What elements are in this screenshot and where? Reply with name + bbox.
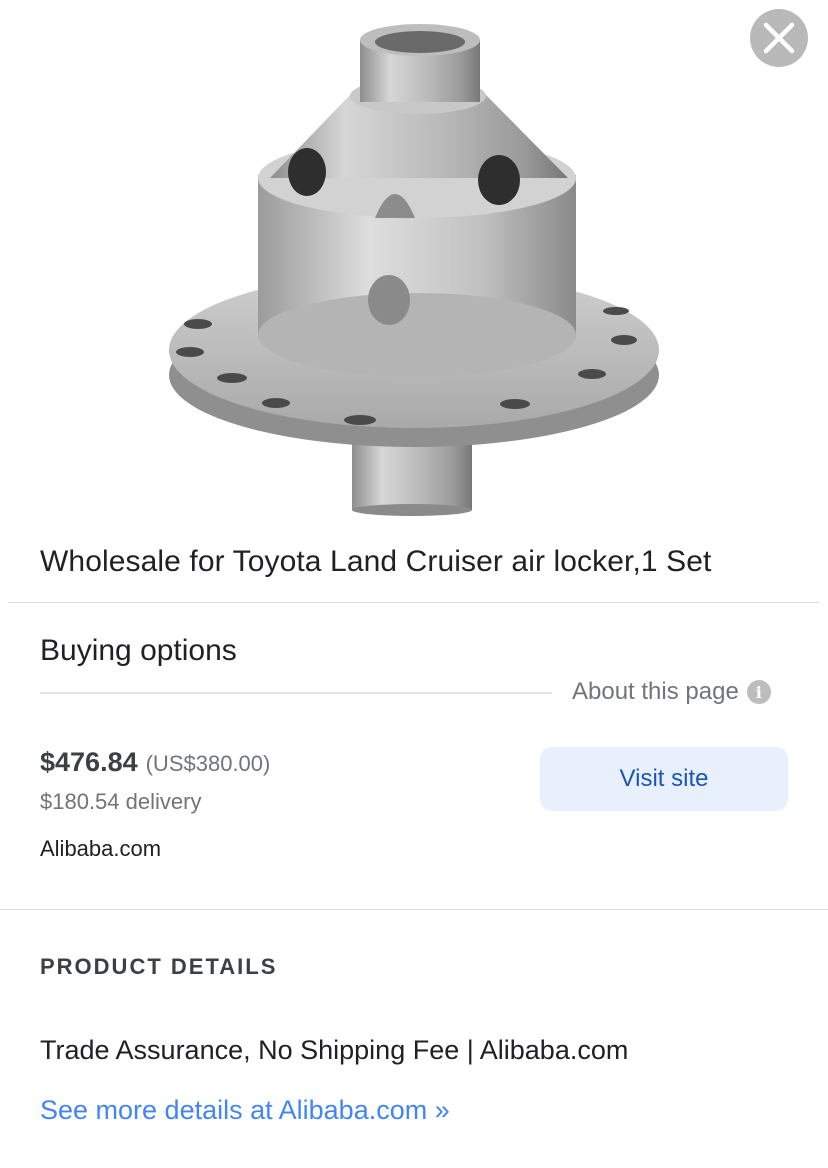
- about-this-page-link[interactable]: About this page i: [572, 678, 771, 706]
- offer-original-price: (US$380.00): [145, 751, 271, 776]
- info-icon: i: [746, 680, 771, 704]
- offer-delivery: $180.54 delivery: [40, 789, 202, 814]
- divider: [8, 602, 820, 603]
- product-title: Wholesale for Toyota Land Cruiser air lo…: [40, 545, 712, 578]
- product-details-description: Trade Assurance, No Shipping Fee | Aliba…: [40, 1035, 629, 1065]
- close-button[interactable]: [750, 9, 808, 67]
- see-more-details-link[interactable]: See more details at Alibaba.com »: [40, 1095, 450, 1126]
- product-details-heading: PRODUCT DETAILS: [40, 954, 278, 979]
- offer-price: $476.84: [40, 747, 138, 777]
- close-icon: [763, 22, 795, 54]
- divider: [0, 909, 828, 910]
- offer-seller: Alibaba.com: [40, 836, 162, 861]
- differential-illustration: [169, 24, 659, 516]
- buying-options-heading: Buying options: [40, 634, 237, 667]
- divider: [40, 692, 552, 694]
- about-this-page-label: About this page: [572, 678, 739, 705]
- offer-price-row: $476.84 (US$380.00): [40, 747, 270, 778]
- visit-site-button[interactable]: Visit site: [540, 747, 788, 811]
- product-image: [0, 0, 828, 525]
